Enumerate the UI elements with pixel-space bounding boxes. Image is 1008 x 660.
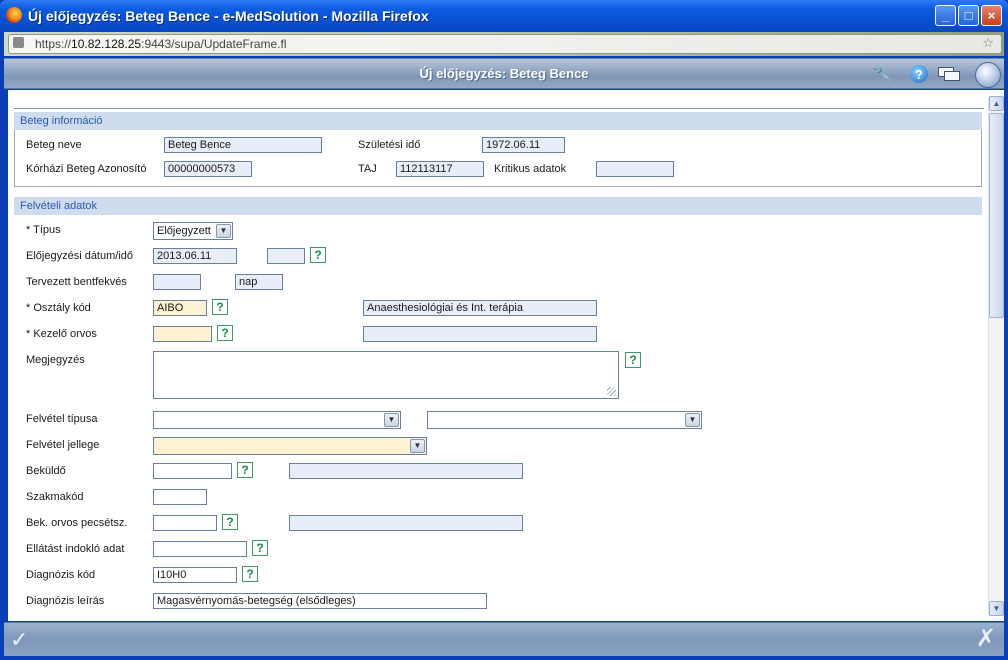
doctor-description xyxy=(363,326,597,342)
doctor-help-button[interactable]: ? xyxy=(217,325,233,341)
maximize-button[interactable]: □ xyxy=(958,5,979,26)
url-bar: https://10.82.128.25:9443/supa/UpdateFra… xyxy=(4,32,1004,56)
department-description: Anaesthesiológiai és Int. terápia xyxy=(363,300,597,316)
patient-name-field: Beteg Bence xyxy=(164,137,322,153)
note-help-button[interactable]: ? xyxy=(625,352,641,368)
date-help-button[interactable]: ? xyxy=(310,247,326,263)
chevron-down-icon: ▼ xyxy=(216,224,231,238)
bookmark-star-icon[interactable]: ☆ xyxy=(982,35,994,51)
critical-data-label: Kritikus adatok xyxy=(494,163,567,175)
specialty-code-label: Szakmakód xyxy=(26,491,84,503)
planned-stay-unit: nap xyxy=(235,274,283,290)
windows-icon[interactable] xyxy=(938,67,962,81)
type-select[interactable]: Előjegyzett ▼ xyxy=(153,222,233,240)
clock-icon[interactable] xyxy=(975,62,1001,88)
section-header-admission: Felvételi adatok xyxy=(14,197,982,215)
referring-doctor-label: Bek. orvos pecsétsz. xyxy=(26,517,128,529)
note-label: Megjegyzés xyxy=(26,354,85,366)
taj-field: 112113117 xyxy=(396,161,484,177)
url-field[interactable]: https://10.82.128.25:9443/supa/UpdateFra… xyxy=(8,34,1002,54)
section-header-patient: Beteg információ xyxy=(14,112,982,130)
department-code-field[interactable]: AIBO xyxy=(153,300,207,316)
url-prefix: https:// xyxy=(35,37,72,51)
window-title: Új előjegyzés: Beteg Bence - e-MedSoluti… xyxy=(28,8,429,24)
url-path: :9443/supa/UpdateFrame.fl xyxy=(141,37,287,51)
wrench-icon[interactable]: 🔧 xyxy=(872,64,892,84)
lock-icon xyxy=(13,37,24,48)
date-field[interactable]: 2013.06.11 xyxy=(153,248,237,264)
chevron-down-icon: ▼ xyxy=(384,413,399,427)
date-label: Előjegyzési dátum/idő xyxy=(26,250,134,262)
specialty-code-field[interactable] xyxy=(153,489,207,505)
url-host: 10.82.128.25 xyxy=(71,37,142,51)
diagnosis-description-label: Diagnózis leírás xyxy=(26,595,105,607)
birth-date-field: 1972.06.11 xyxy=(482,137,565,153)
bottom-toolbar: ✓ ✗ xyxy=(4,622,1004,656)
resize-grip-icon[interactable] xyxy=(607,387,616,396)
referrer-description xyxy=(289,463,523,479)
referrer-help-button[interactable]: ? xyxy=(237,462,253,478)
admission-type-select[interactable]: ▼ xyxy=(153,411,401,429)
type-select-value: Előjegyzett xyxy=(157,225,211,237)
time-field[interactable] xyxy=(267,248,305,264)
doctor-field[interactable] xyxy=(153,326,212,342)
admission-type-label: Felvétel típusa xyxy=(26,413,98,425)
referring-doctor-description xyxy=(289,515,523,531)
patient-name-label: Beteg neve xyxy=(26,139,82,151)
diagnosis-description-field[interactable]: Magasvérnyomás-betegség (elsődleges) xyxy=(153,593,487,609)
diagnosis-help-button[interactable]: ? xyxy=(242,566,258,582)
chevron-down-icon: ▼ xyxy=(685,413,700,427)
department-code-label: * Osztály kód xyxy=(26,302,91,314)
scroll-thumb[interactable] xyxy=(989,113,1004,318)
hospital-id-label: Kórházi Beteg Azonosító xyxy=(26,163,147,175)
taj-label: TAJ xyxy=(358,163,377,175)
scroll-up-icon[interactable]: ▲ xyxy=(989,96,1004,111)
planned-stay-field[interactable] xyxy=(153,274,201,290)
cancel-button[interactable]: ✗ xyxy=(976,627,996,651)
hospital-id-field: 00000000573 xyxy=(164,161,252,177)
chevron-down-icon: ▼ xyxy=(410,439,425,453)
referrer-label: Beküldő xyxy=(26,465,66,477)
referrer-field[interactable] xyxy=(153,463,232,479)
planned-stay-label: Tervezett bentfekvés xyxy=(26,276,127,288)
admission-nature-select[interactable]: ▼ xyxy=(153,437,427,455)
page-title: Új előjegyzés: Beteg Bence xyxy=(419,66,589,81)
type-label: * Típus xyxy=(26,224,61,236)
admission-type-select-2[interactable]: ▼ xyxy=(427,411,702,429)
vertical-scrollbar[interactable]: ▲ ▼ xyxy=(988,96,1004,616)
window-title-bar: Új előjegyzés: Beteg Bence - e-MedSoluti… xyxy=(0,0,1008,32)
referring-doctor-help-button[interactable]: ? xyxy=(222,514,238,530)
admission-nature-label: Felvétel jellege xyxy=(26,439,100,451)
firefox-icon xyxy=(6,7,22,23)
note-textarea[interactable] xyxy=(153,351,619,399)
department-help-button[interactable]: ? xyxy=(212,299,228,315)
justification-label: Ellátást indokló adat xyxy=(26,543,125,555)
close-window-button[interactable]: × xyxy=(981,5,1002,26)
content-frame: Beteg információ Beteg neve Beteg Bence … xyxy=(4,90,1004,621)
diagnosis-code-label: Diagnózis kód xyxy=(26,569,96,581)
scroll-down-icon[interactable]: ▼ xyxy=(989,601,1004,616)
birth-date-label: Születési idő xyxy=(358,139,421,151)
minimize-button[interactable]: _ xyxy=(935,5,956,26)
justification-field[interactable] xyxy=(153,541,247,557)
diagnosis-code-field[interactable]: I10H0 xyxy=(153,567,237,583)
referring-doctor-field[interactable] xyxy=(153,515,217,531)
app-header: Új előjegyzés: Beteg Bence 🔧 ? xyxy=(4,58,1004,89)
help-icon[interactable]: ? xyxy=(910,65,928,83)
ok-button[interactable]: ✓ xyxy=(10,629,28,651)
form-area: Beteg információ Beteg neve Beteg Bence … xyxy=(14,90,984,621)
critical-data-field xyxy=(596,161,674,177)
doctor-label: * Kezelő orvos xyxy=(26,328,97,340)
justification-help-button[interactable]: ? xyxy=(252,540,268,556)
